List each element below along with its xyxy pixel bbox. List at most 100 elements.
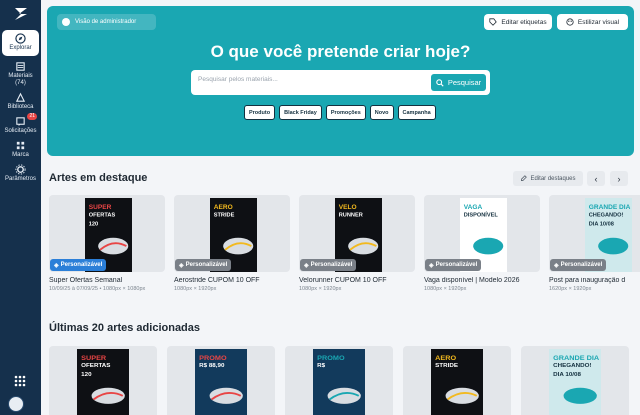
svg-text:CHEGANDO!: CHEGANDO! [589, 213, 624, 219]
svg-text:PROMO: PROMO [317, 355, 344, 361]
sidebar-item-label: Parâmetros [4, 176, 36, 182]
card-artwork: GRANDE DIA CHEGANDO! DIA 10/08 [549, 349, 601, 415]
featured-card[interactable]: SUPER OFERTAS 120 ◈ Personalizável Super Ofer… [49, 195, 165, 292]
latest-card[interactable]: AERO STRIDE [403, 346, 511, 415]
quick-tag-chips: Produto Black Friday Promoções Novo Camp… [244, 105, 436, 120]
svg-text:OFERTAS: OFERTAS [89, 213, 116, 219]
search-button-label: Pesquisar [447, 78, 482, 87]
chip-campanha[interactable]: Campanha [397, 105, 436, 120]
app-root: Explorar Materiais (74) Biblioteca 21 So… [0, 0, 640, 415]
admin-view-toggle[interactable]: Visão de administrador [57, 14, 156, 30]
visual-style-label: Estilizar visual [577, 18, 620, 26]
sidebar-item-materiais[interactable]: Materiais (74) [2, 61, 39, 87]
search-button[interactable]: Pesquisar [431, 74, 486, 91]
sidebar-item-biblioteca[interactable]: Biblioteca [2, 92, 39, 111]
svg-text:GRANDE DIA: GRANDE DIA [553, 355, 599, 361]
chip-novo[interactable]: Novo [369, 105, 394, 120]
app-logo[interactable] [10, 3, 32, 25]
requests-badge: 21 [27, 113, 37, 120]
card-artwork: SUPER OFERTAS 120 [77, 349, 129, 415]
featured-section-title: Artes em destaque [49, 172, 148, 184]
latest-card[interactable]: GRANDE DIA CHEGANDO! DIA 10/08 [521, 346, 629, 415]
svg-text:R$ 88,90: R$ 88,90 [199, 363, 224, 369]
globe-icon [62, 18, 70, 26]
card-dimensions: 1080px × 1920px [174, 286, 217, 292]
card-thumbnail[interactable]: VELO RUNNER ◈ Personalizável [299, 195, 415, 272]
featured-card[interactable]: VELO RUNNER ◈ Personalizável Velorunner CUPO… [299, 195, 415, 292]
card-dimensions: 1080px × 1920px [299, 286, 342, 292]
search-bar: Pesquisar [191, 70, 490, 95]
compass-icon [15, 33, 26, 44]
card-title: Super Ofertas Semanal [49, 277, 123, 284]
badge-icon: ◈ [179, 262, 184, 269]
svg-text:STRIDE: STRIDE [435, 363, 458, 369]
latest-section-title: Últimas 20 artes adicionadas [49, 322, 201, 334]
badge-icon: ◈ [429, 262, 434, 269]
badge-icon: ◈ [554, 262, 559, 269]
sidebar-item-parametros[interactable]: Parâmetros [2, 164, 39, 183]
svg-text:GRANDE DIA: GRANDE DIA [589, 204, 631, 211]
visual-style-button[interactable]: Estilizar visual [557, 14, 628, 30]
featured-card[interactable]: VAGA DISPONÍVEL ◈ Personalizável Vaga dispon… [424, 195, 540, 292]
badge-label: Personalizável [560, 262, 603, 268]
chip-black-friday[interactable]: Black Friday [279, 105, 322, 120]
avatar[interactable] [8, 396, 24, 412]
sidebar-item-label: Biblioteca [7, 104, 34, 110]
search-input[interactable] [198, 76, 418, 83]
sidebar-item-label: Marca [12, 152, 29, 158]
palette-icon [566, 18, 574, 26]
card-thumbnail[interactable]: AERO STRIDE ◈ Personalizável [174, 195, 290, 272]
card-thumbnail[interactable]: GRANDE DIA CHEGANDO! DIA 10/08 ◈ Personalizá… [549, 195, 640, 272]
latest-card[interactable]: SUPER OFERTAS 120 [49, 346, 157, 415]
card-thumbnail[interactable]: SUPER OFERTAS 120 ◈ Personalizável [49, 195, 165, 272]
shapes-icon [15, 92, 26, 102]
svg-text:STRIDE: STRIDE [214, 213, 235, 219]
svg-text:AERO: AERO [214, 204, 233, 211]
badge-icon: ◈ [304, 262, 309, 269]
edit-tags-label: Editar etiquetas [501, 18, 547, 26]
card-dimensions: 1080px × 1920px [424, 286, 467, 292]
admin-view-label: Visão de administrador [75, 19, 137, 25]
chip-produto[interactable]: Produto [244, 105, 276, 120]
sidebar-item-explorar[interactable]: Explorar [2, 30, 39, 56]
badge-label: Personalizável [60, 262, 103, 268]
svg-text:120: 120 [89, 222, 98, 228]
chip-promocoes[interactable]: Promoções [325, 105, 366, 120]
sidebar-item-label: Explorar [9, 45, 32, 51]
card-title: Velorunner CUPOM 10 OFF [299, 277, 387, 284]
sidebar-item-label: Solicitações [4, 128, 37, 134]
customizable-badge: ◈ Personalizável [175, 259, 232, 271]
card-title: Vaga disponível | Modelo 2026 [424, 277, 520, 284]
materials-count: (74) [15, 80, 26, 86]
svg-text:VAGA: VAGA [464, 204, 483, 211]
edit-featured-button[interactable]: Editar destaques [513, 171, 583, 186]
svg-text:R$: R$ [317, 363, 326, 369]
card-artwork: AERO STRIDE [431, 349, 483, 415]
badge-icon: ◈ [54, 262, 59, 269]
sidebar-item-solicitacoes[interactable]: 21 Solicitações [2, 113, 39, 135]
svg-text:120: 120 [81, 372, 91, 378]
svg-text:RUNNER: RUNNER [339, 213, 363, 219]
apps-grid-icon[interactable] [14, 375, 26, 387]
sidebar-item-marca[interactable]: Marca [2, 140, 39, 159]
featured-card[interactable]: AERO STRIDE ◈ Personalizável Aerostride CUPO… [174, 195, 290, 292]
chevron-right-icon: › [617, 173, 621, 184]
customizable-badge: ◈ Personalizável [425, 259, 482, 271]
latest-card[interactable]: PROMO R$ [285, 346, 393, 415]
card-artwork: PROMO R$ [313, 349, 365, 415]
card-thumbnail[interactable]: VAGA DISPONÍVEL ◈ Personalizável [424, 195, 540, 272]
next-arrow-button[interactable]: › [610, 171, 628, 186]
sidebar-item-label: Materiais [8, 73, 33, 79]
gear-icon [15, 164, 26, 175]
svg-text:PROMO: PROMO [199, 355, 226, 361]
customizable-badge: ◈ Personalizável [50, 259, 107, 271]
chevron-left-icon: ‹ [594, 173, 598, 184]
prev-arrow-button[interactable]: ‹ [587, 171, 605, 186]
featured-card[interactable]: GRANDE DIA CHEGANDO! DIA 10/08 ◈ Personalizá… [549, 195, 640, 292]
svg-text:SUPER: SUPER [89, 204, 112, 211]
svg-text:CHEGANDO!: CHEGANDO! [553, 363, 591, 369]
latest-card[interactable]: PROMO R$ 88,90 [167, 346, 275, 415]
card-title: Post para inauguração d [549, 277, 626, 284]
svg-text:VELO: VELO [339, 204, 357, 211]
edit-tags-button[interactable]: Editar etiquetas [484, 14, 552, 30]
